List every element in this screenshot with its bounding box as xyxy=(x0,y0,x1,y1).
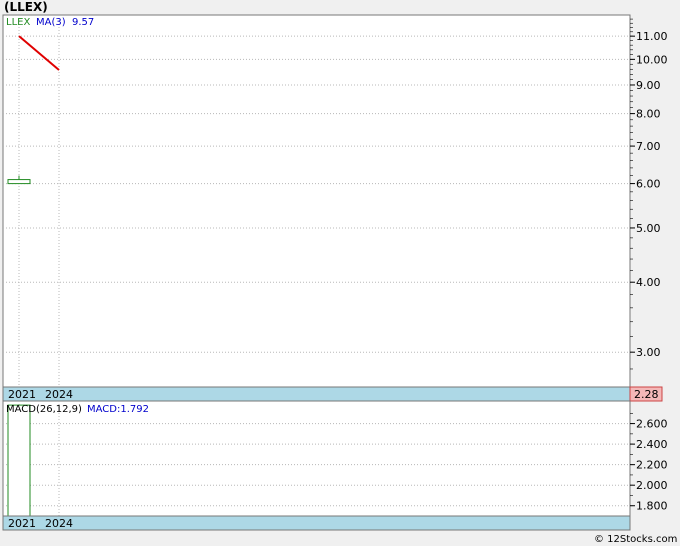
macd-legend-value: MACD:1.792 xyxy=(87,404,149,415)
price-tick-label: 9.00 xyxy=(636,79,661,92)
price-y-ticks: 11.00 10.00 9.00 8.00 7.00 6.00 5.00 4.00 3.00 xyxy=(630,18,668,370)
macd-y-ticks: 2.600 2.400 2.200 2.000 1.800 xyxy=(630,413,668,513)
price-x-label-2024: 2024 xyxy=(45,388,73,401)
chart-svg: 11.00 10.00 9.00 8.00 7.00 6.00 5.00 4.00 3.00 2… xyxy=(2,0,677,545)
legend-ticker: LLEX xyxy=(6,17,30,28)
macd-tick-label: 2.600 xyxy=(636,418,668,431)
macd-legend-label: MACD(26,12,9) xyxy=(6,404,82,415)
chart-title: (LLEX) xyxy=(4,0,48,14)
macd-tick-label: 1.800 xyxy=(636,500,668,513)
candle-body xyxy=(7,179,31,185)
credit-text: © 12Stocks.com xyxy=(594,534,677,545)
price-tick-label: 7.00 xyxy=(636,140,661,153)
macd-bar xyxy=(7,404,31,517)
macd-tick-label: 2.200 xyxy=(636,459,668,472)
legend-ma-value: 9.57 xyxy=(72,17,94,28)
price-tick-label: 5.00 xyxy=(636,222,661,235)
price-date-band xyxy=(2,386,631,402)
macd-tick-label: 2.400 xyxy=(636,438,668,451)
macd-date-band xyxy=(2,515,631,531)
price-tick-label: 11.00 xyxy=(636,30,668,43)
price-tick-label: 6.00 xyxy=(636,178,661,191)
chart-stage: 11.00 10.00 9.00 8.00 7.00 6.00 5.00 4.00 3.00 2… xyxy=(0,0,680,546)
legend-ma-label: MA(3) xyxy=(36,17,66,28)
macd-panel xyxy=(2,400,631,517)
price-tick-label: 4.00 xyxy=(636,276,661,289)
price-tick-label: 10.00 xyxy=(636,53,668,66)
macd-x-label-2021: 2021 xyxy=(8,517,36,530)
price-panel xyxy=(2,14,631,388)
price-tick-label: 8.00 xyxy=(636,108,661,121)
macd-tick-label: 2.000 xyxy=(636,479,668,492)
macd-x-label-2024: 2024 xyxy=(45,517,73,530)
last-price-label: 2.28 xyxy=(634,388,659,401)
macd-marks xyxy=(7,404,31,517)
price-x-label-2021: 2021 xyxy=(8,388,36,401)
price-tick-label: 3.00 xyxy=(636,346,661,359)
